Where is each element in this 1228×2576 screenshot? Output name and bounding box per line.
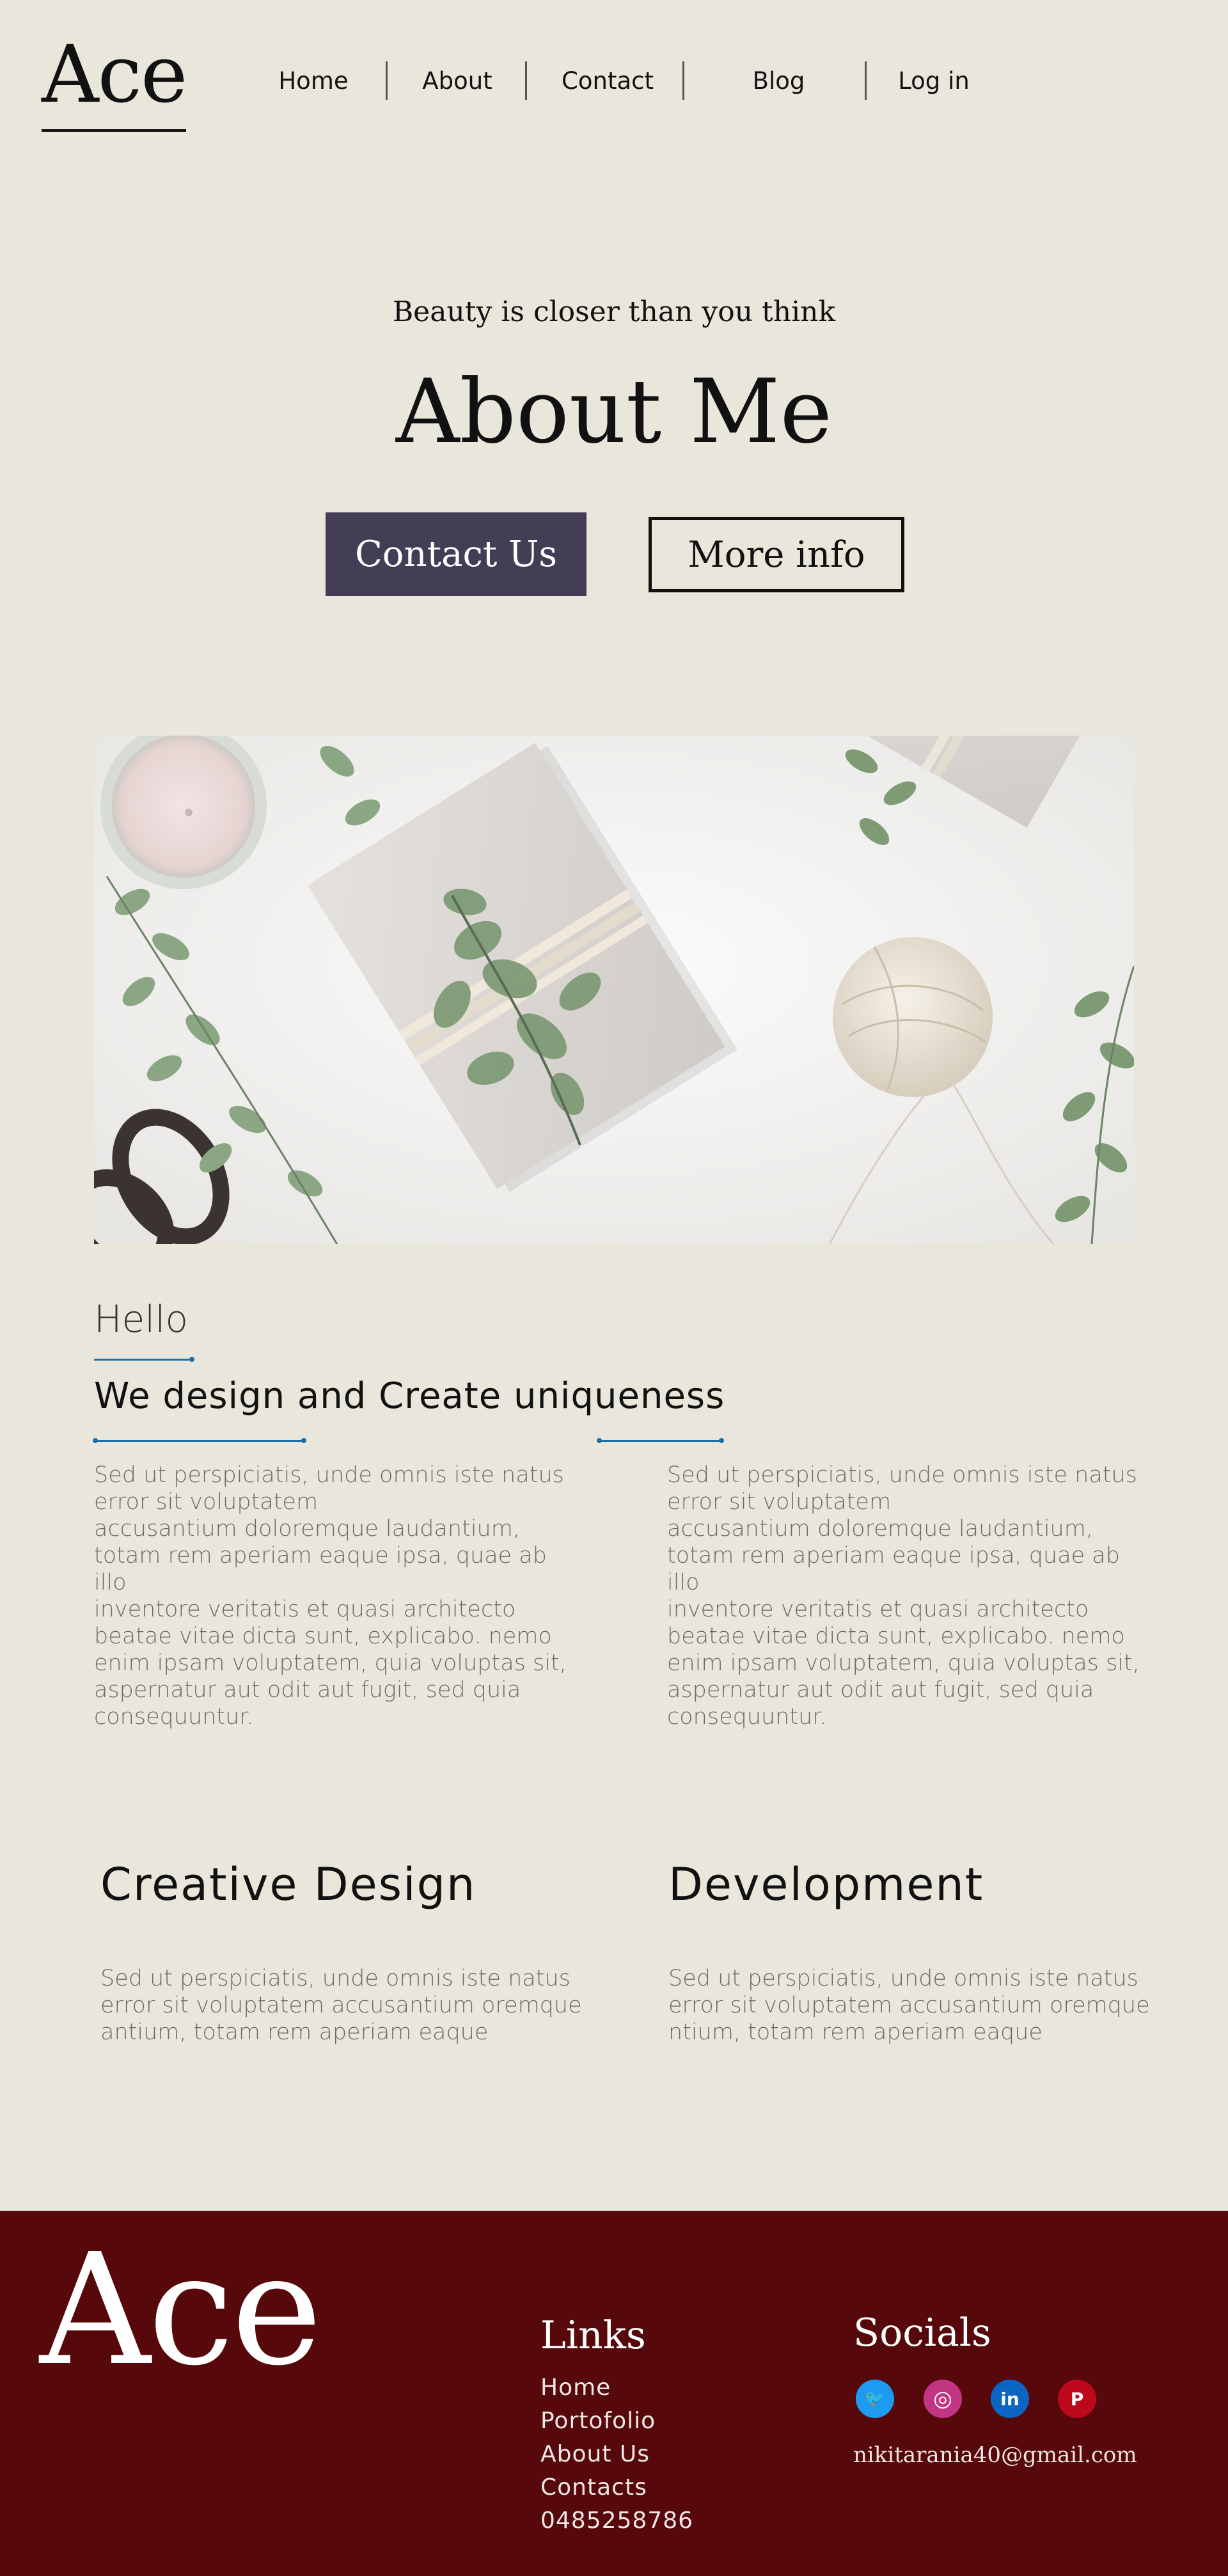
service-title-creative-design: Creative Design [100, 1858, 476, 1911]
footer-logo[interactable]: Ace [40, 2233, 322, 2387]
linkedin-icon[interactable]: in [991, 2380, 1029, 2418]
footer-phone[interactable]: 0485258786 [540, 2508, 693, 2534]
gift-still-life-illustration [94, 736, 1134, 1244]
nav-divider [525, 61, 527, 100]
nav-divider [865, 61, 867, 100]
footer-socials-heading: Socials [853, 2311, 991, 2355]
nav-about[interactable]: About [413, 61, 502, 100]
contact-us-button[interactable]: Contact Us [326, 512, 586, 596]
pinterest-icon[interactable]: P [1058, 2380, 1096, 2418]
twitter-icon[interactable]: 🐦 [856, 2380, 894, 2418]
nav-home[interactable]: Home [269, 61, 358, 100]
hero-image [94, 736, 1134, 1244]
instagram-icon[interactable]: ◎ [924, 2380, 962, 2418]
section-subtitle: We design and Create uniqueness [94, 1375, 725, 1417]
page-title: About Me [395, 360, 833, 463]
intro-paragraph-left: Sed ut perspiciatis, unde omnis iste nat… [94, 1462, 567, 1730]
footer-link-home[interactable]: Home [540, 2375, 611, 2401]
hero-tagline: Beauty is closer than you think [392, 296, 836, 328]
logo-underline [42, 129, 186, 132]
footer-email[interactable]: nikitarania40@gmail.com [853, 2442, 1137, 2468]
hello-heading: Hello [94, 1297, 189, 1341]
nav-blog[interactable]: Blog [736, 61, 822, 100]
hello-accent-line [94, 1357, 194, 1362]
site-logo[interactable]: Ace [42, 35, 187, 115]
subtitle-accent-line-right [597, 1438, 724, 1443]
service-title-development: Development [668, 1858, 984, 1911]
nav-login[interactable]: Log in [889, 61, 979, 100]
footer-link-portfolio[interactable]: Portofolio [540, 2408, 656, 2434]
footer-link-about-us[interactable]: About Us [540, 2441, 650, 2467]
service-text-creative-design: Sed ut perspiciatis, unde omnis iste nat… [100, 1966, 582, 2045]
subtitle-accent-line [93, 1438, 306, 1443]
nav-contact[interactable]: Contact [550, 61, 665, 100]
footer-links-heading: Links [540, 2313, 646, 2358]
nav-divider [682, 61, 684, 100]
footer-link-contacts[interactable]: Contacts [540, 2474, 647, 2501]
intro-paragraph-right: Sed ut perspiciatis, unde omnis iste nat… [667, 1462, 1140, 1730]
nav-divider [386, 61, 388, 100]
service-text-development: Sed ut perspiciatis, unde omnis iste nat… [668, 1966, 1150, 2045]
site-footer: Ace Links Home Portofolio About Us Conta… [0, 2211, 1228, 2576]
more-info-button[interactable]: More info [649, 517, 904, 592]
